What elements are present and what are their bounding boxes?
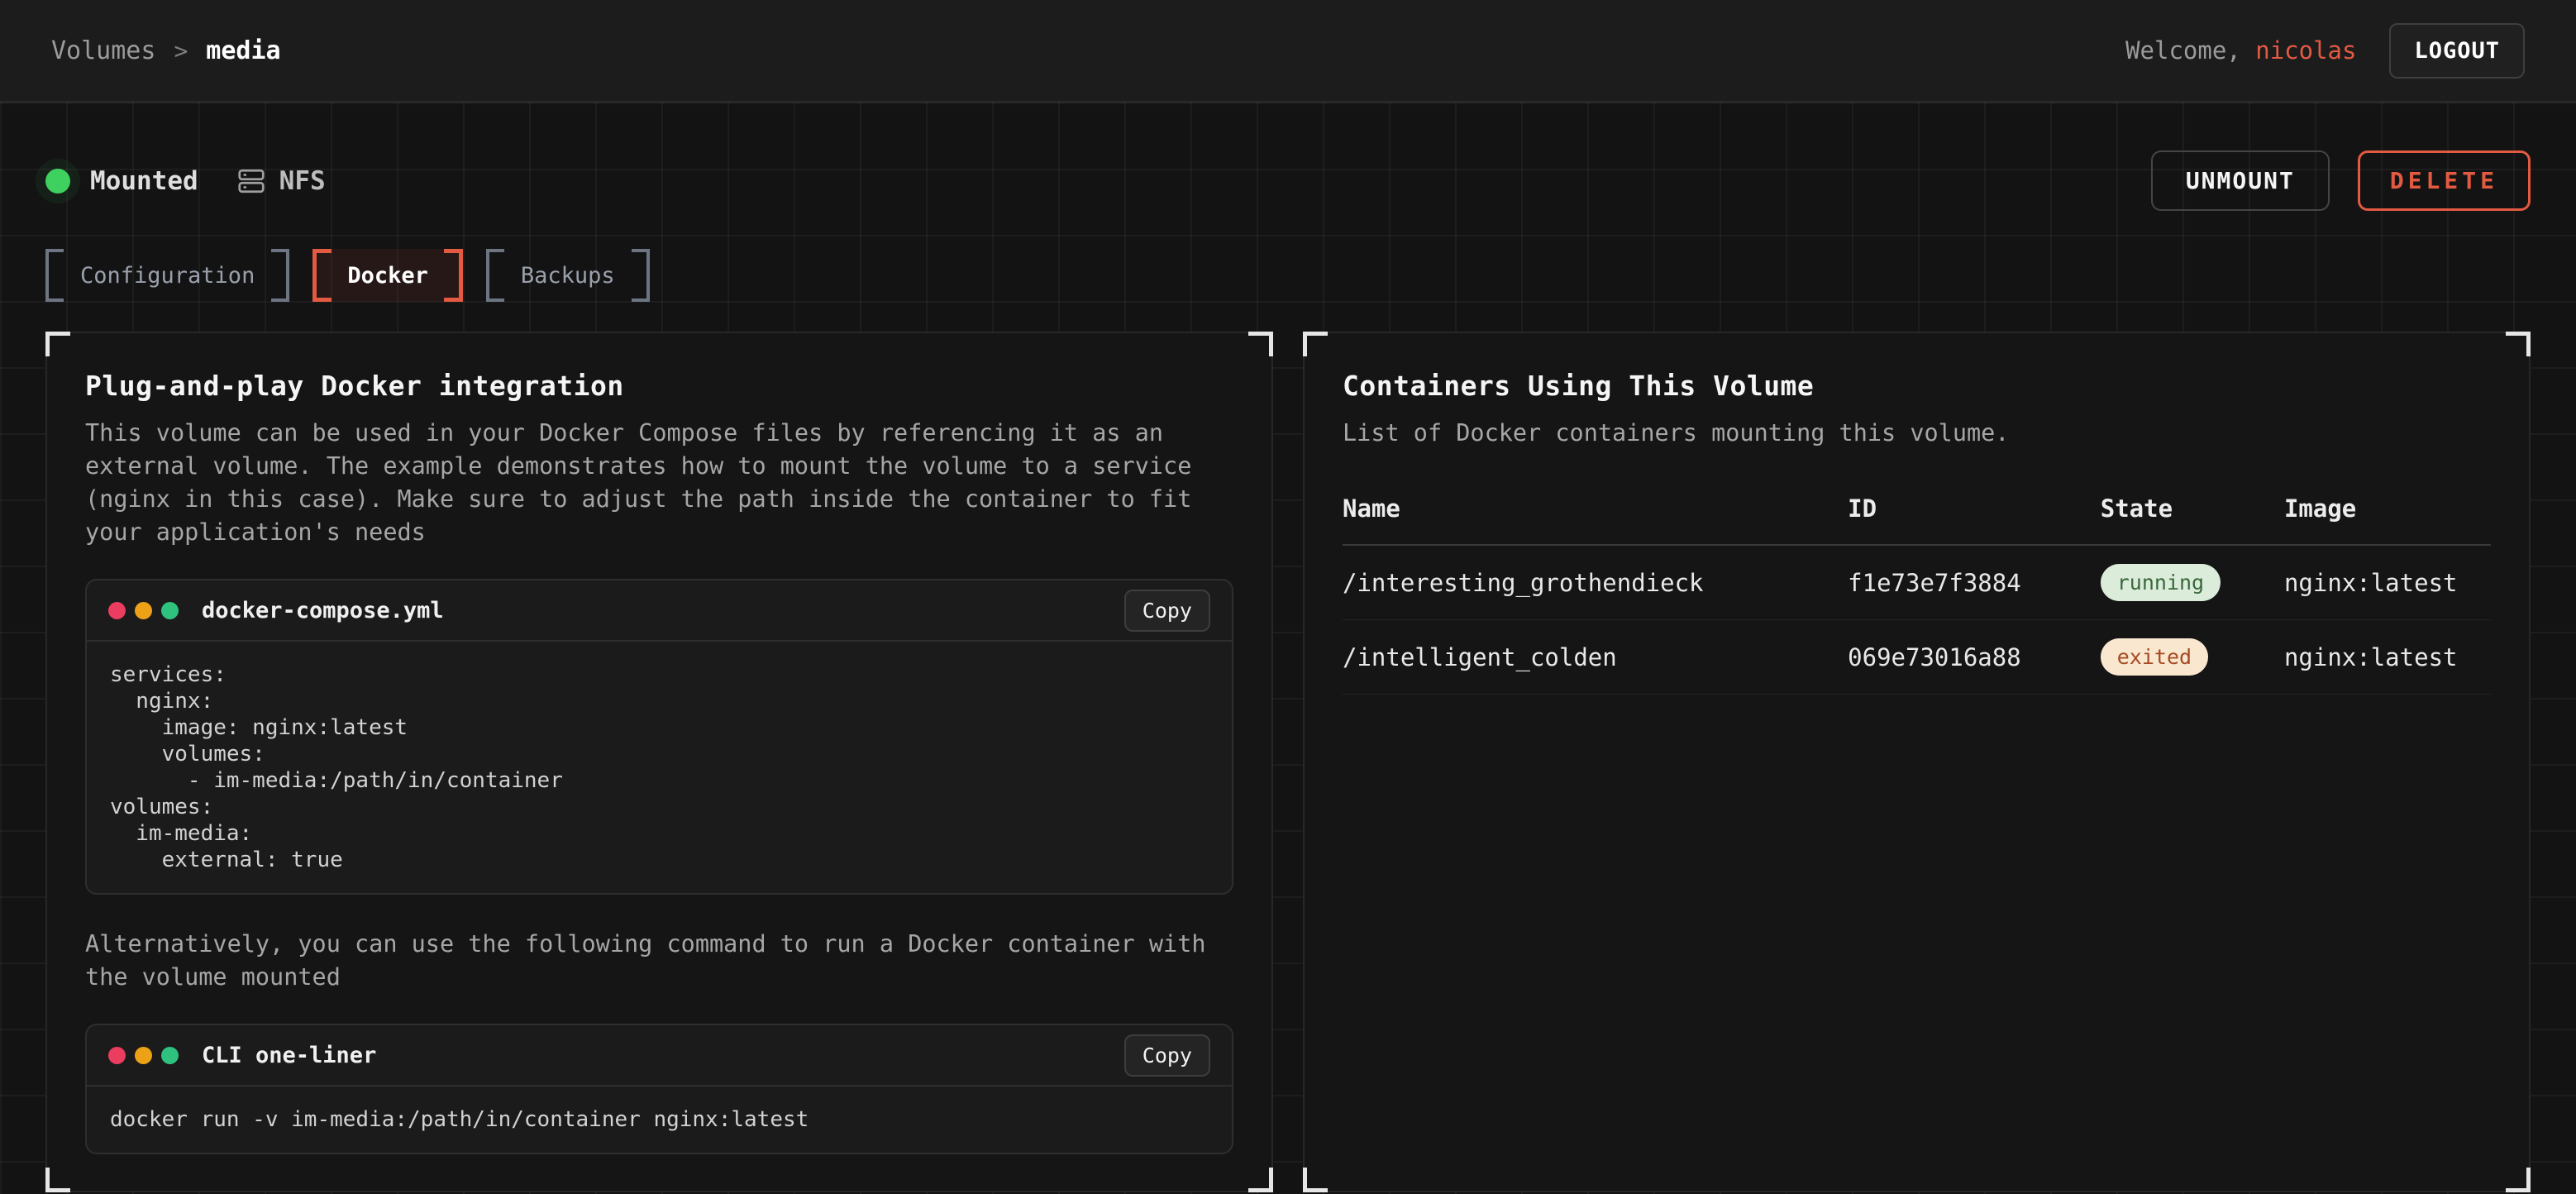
server-icon <box>236 166 266 196</box>
panel-corner-icon <box>45 1168 70 1192</box>
docker-panel-title: Plug-and-play Docker integration <box>85 370 1233 402</box>
mounted-status-label: Mounted <box>90 166 198 196</box>
panel-corner-icon <box>2506 332 2531 356</box>
window-dot-red-icon <box>108 1047 126 1064</box>
mounted-status-dot-icon <box>45 169 70 193</box>
window-dot-yellow-icon <box>135 602 152 619</box>
container-row[interactable]: /intelligent_colden 069e73016a88 exited … <box>1343 620 2491 695</box>
volume-type-label: NFS <box>279 166 326 196</box>
container-image-cell: nginx:latest <box>2284 545 2491 620</box>
volume-status-row: Mounted NFS UNMOUNT DELETE <box>45 103 2531 211</box>
compose-code: services: nginx: image: nginx:latest vol… <box>87 642 1232 893</box>
cli-filename: CLI one-liner <box>202 1043 376 1068</box>
container-state-cell: running <box>2101 545 2284 620</box>
container-state-badge: running <box>2101 564 2221 601</box>
compose-code-block: docker-compose.yml Copy services: nginx:… <box>85 579 1233 895</box>
docker-panel-description: This volume can be used in your Docker C… <box>85 417 1233 549</box>
chevron-right-icon: > <box>174 37 188 64</box>
cli-code: docker run -v im-media:/path/in/containe… <box>87 1087 1232 1153</box>
tab-backups[interactable]: Backups <box>486 249 650 302</box>
delete-button[interactable]: DELETE <box>2358 150 2531 211</box>
panels: Plug-and-play Docker integration This vo… <box>45 332 2531 1192</box>
container-name-cell: /intelligent_colden <box>1343 620 1848 695</box>
breadcrumb: Volumes > media <box>51 36 281 65</box>
tab-docker[interactable]: Docker <box>312 249 463 302</box>
containers-panel-subtitle: List of Docker containers mounting this … <box>1343 417 2491 450</box>
username: nicolas <box>2255 36 2356 64</box>
breadcrumb-current: media <box>206 36 280 65</box>
panel-corner-icon <box>1303 332 1328 356</box>
panel-corner-icon <box>2506 1168 2531 1192</box>
cli-code-block: CLI one-liner Copy docker run -v im-medi… <box>85 1024 1233 1154</box>
column-header-name: Name <box>1343 494 1848 545</box>
window-dots-icon <box>108 1047 179 1064</box>
container-id-cell: f1e73e7f3884 <box>1848 545 2101 620</box>
panel-corner-icon <box>1248 332 1273 356</box>
container-name-cell: /interesting_grothendieck <box>1343 545 1848 620</box>
containers-panel-title: Containers Using This Volume <box>1343 370 2491 402</box>
unmount-button[interactable]: UNMOUNT <box>2151 150 2330 211</box>
cli-intro-text: Alternatively, you can use the following… <box>85 928 1233 994</box>
column-header-id: ID <box>1848 494 2101 545</box>
column-header-image: Image <box>2284 494 2491 545</box>
tab-bar: Configuration Docker Backups <box>45 249 2531 302</box>
compose-copy-button[interactable]: Copy <box>1124 590 1210 632</box>
container-state-cell: exited <box>2101 620 2284 695</box>
volume-status: Mounted NFS <box>45 166 326 196</box>
docker-integration-panel: Plug-and-play Docker integration This vo… <box>45 332 1273 1192</box>
window-dot-yellow-icon <box>135 1047 152 1064</box>
panel-corner-icon <box>1248 1168 1273 1192</box>
window-dot-green-icon <box>161 602 179 619</box>
compose-filename: docker-compose.yml <box>202 598 444 623</box>
container-state-badge: exited <box>2101 638 2208 676</box>
main-content: Mounted NFS UNMOUNT DELETE Configuration… <box>0 103 2576 1194</box>
cli-code-header: CLI one-liner Copy <box>87 1025 1232 1087</box>
compose-code-header: docker-compose.yml Copy <box>87 580 1232 642</box>
window-dot-green-icon <box>161 1047 179 1064</box>
panel-corner-icon <box>45 332 70 356</box>
container-id-cell: 069e73016a88 <box>1848 620 2101 695</box>
welcome-prefix: Welcome, <box>2125 36 2241 64</box>
welcome-text: Welcome, nicolas <box>2125 36 2356 64</box>
volume-actions: UNMOUNT DELETE <box>2151 150 2531 211</box>
window-dot-red-icon <box>108 602 126 619</box>
containers-panel: Containers Using This Volume List of Doc… <box>1303 332 2531 1192</box>
containers-table-header-row: Name ID State Image <box>1343 494 2491 545</box>
panel-corner-icon <box>1303 1168 1328 1192</box>
container-row[interactable]: /interesting_grothendieck f1e73e7f3884 r… <box>1343 545 2491 620</box>
topbar: Volumes > media Welcome, nicolas LOGOUT <box>0 0 2576 103</box>
logout-button[interactable]: LOGOUT <box>2389 23 2525 79</box>
window-dots-icon <box>108 602 179 619</box>
container-image-cell: nginx:latest <box>2284 620 2491 695</box>
containers-table: Name ID State Image /interesting_grothen… <box>1343 494 2491 695</box>
breadcrumb-volumes-link[interactable]: Volumes <box>51 36 155 65</box>
column-header-state: State <box>2101 494 2284 545</box>
tab-configuration[interactable]: Configuration <box>45 249 289 302</box>
topbar-right: Welcome, nicolas LOGOUT <box>2125 23 2525 79</box>
cli-copy-button[interactable]: Copy <box>1124 1034 1210 1077</box>
containers-table-body: /interesting_grothendieck f1e73e7f3884 r… <box>1343 545 2491 695</box>
